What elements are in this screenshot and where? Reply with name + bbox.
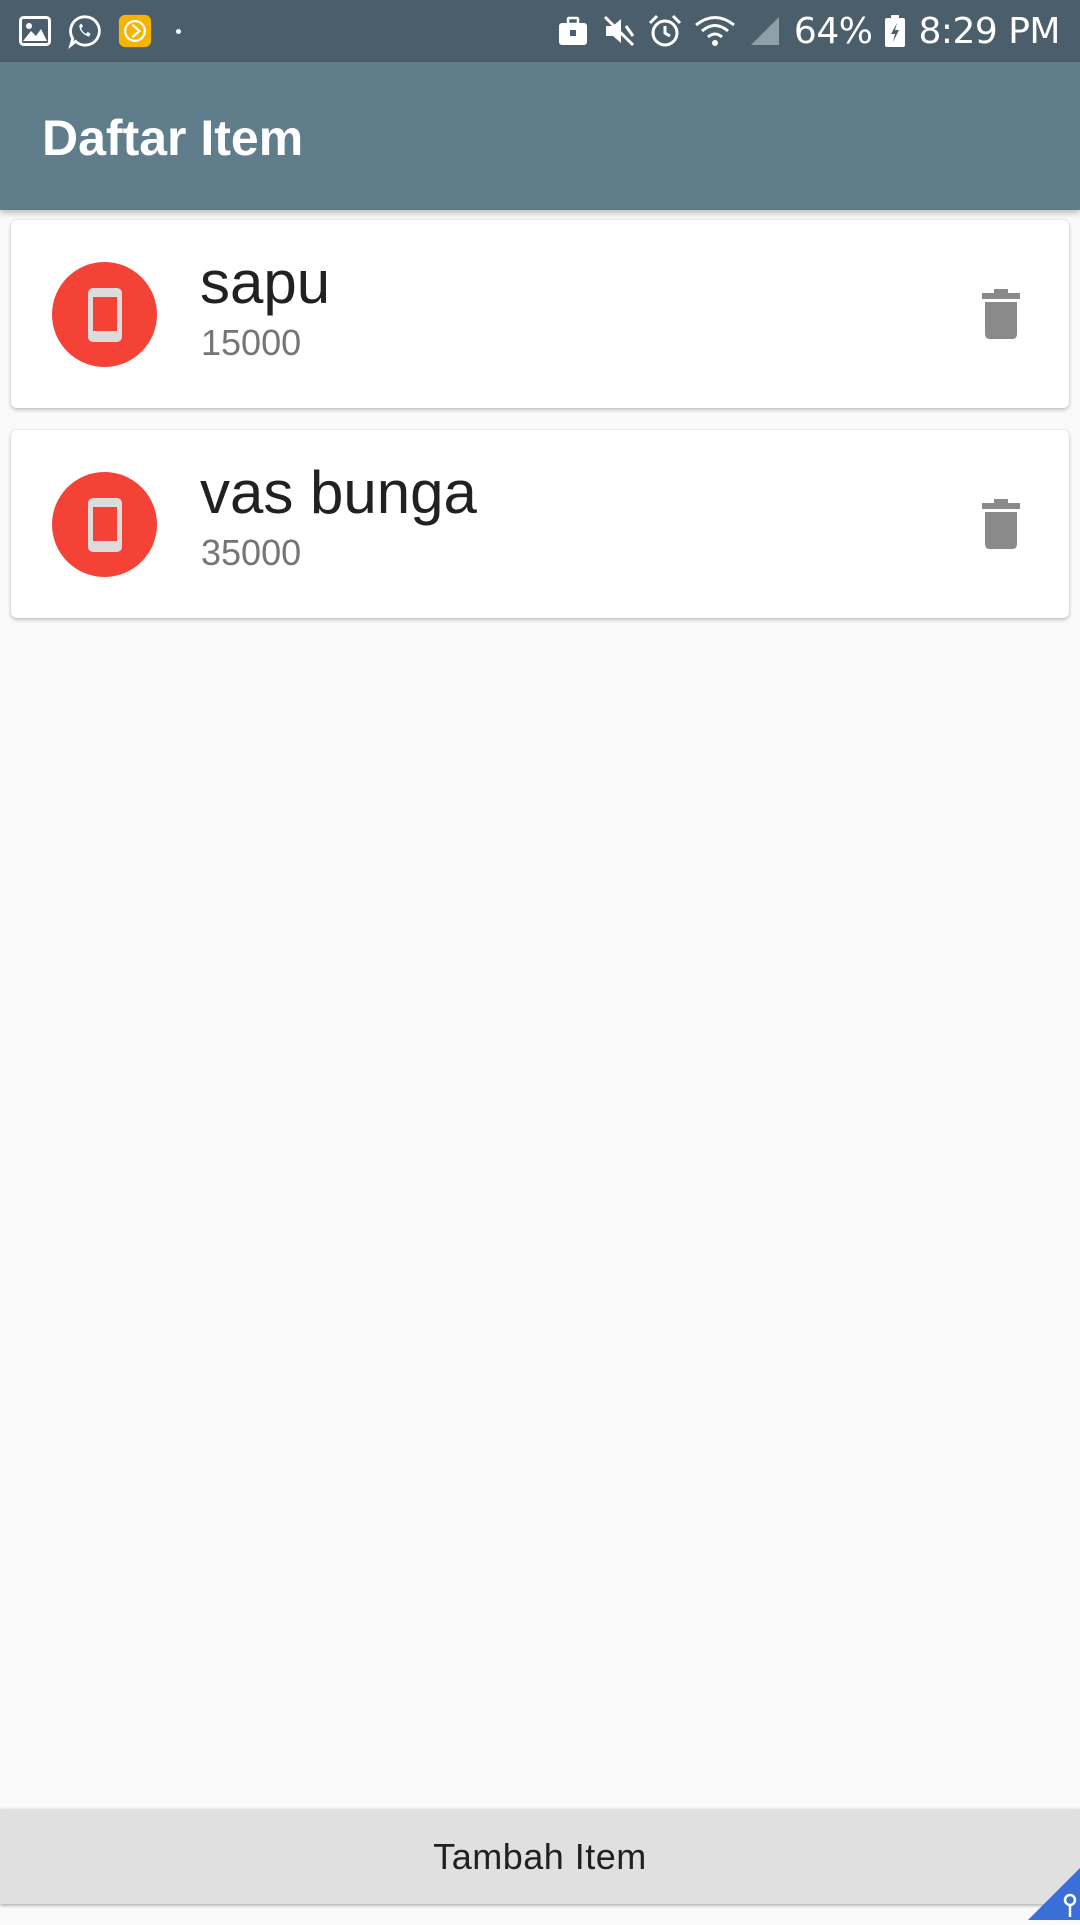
wifi-icon <box>694 14 736 48</box>
phone-icon <box>87 287 122 342</box>
mute-icon <box>602 14 636 48</box>
add-item-label: Tambah Item <box>433 1836 647 1877</box>
clock: 8:29 PM <box>918 10 1060 52</box>
phone-icon <box>87 497 122 552</box>
add-item-button[interactable]: Tambah Item <box>0 1810 1080 1904</box>
item-price: 35000 <box>201 532 302 573</box>
corner-badge <box>1028 1868 1080 1920</box>
status-bar-notifications <box>18 12 181 50</box>
briefcase-icon <box>556 14 590 48</box>
list-item[interactable]: vas bunga 35000 <box>11 430 1069 618</box>
battery-icon <box>884 14 906 48</box>
app-bar: Daftar Item <box>0 62 1080 210</box>
more-notifications-dot <box>176 28 181 34</box>
list-item[interactable]: sapu 15000 <box>11 220 1069 408</box>
alarm-icon <box>648 14 682 48</box>
whatsapp-icon <box>68 14 102 49</box>
delete-button[interactable] <box>973 286 1029 342</box>
delete-button[interactable] <box>973 496 1029 552</box>
status-bar: 64% 8:29 PM <box>0 0 1080 62</box>
item-price: 15000 <box>201 322 302 363</box>
app-notification-icon <box>118 14 152 48</box>
item-name: sapu <box>200 249 331 316</box>
battery-percent: 64% <box>793 10 873 52</box>
trash-icon <box>982 499 1020 549</box>
page-title: Daftar Item <box>42 110 304 166</box>
trash-icon <box>982 289 1020 339</box>
gallery-icon <box>18 14 52 48</box>
item-name: vas bunga <box>200 459 477 526</box>
signal-icon <box>748 14 782 48</box>
status-bar-system: 64% 8:29 PM <box>556 8 1060 54</box>
avatar <box>52 472 157 577</box>
avatar <box>52 262 157 367</box>
